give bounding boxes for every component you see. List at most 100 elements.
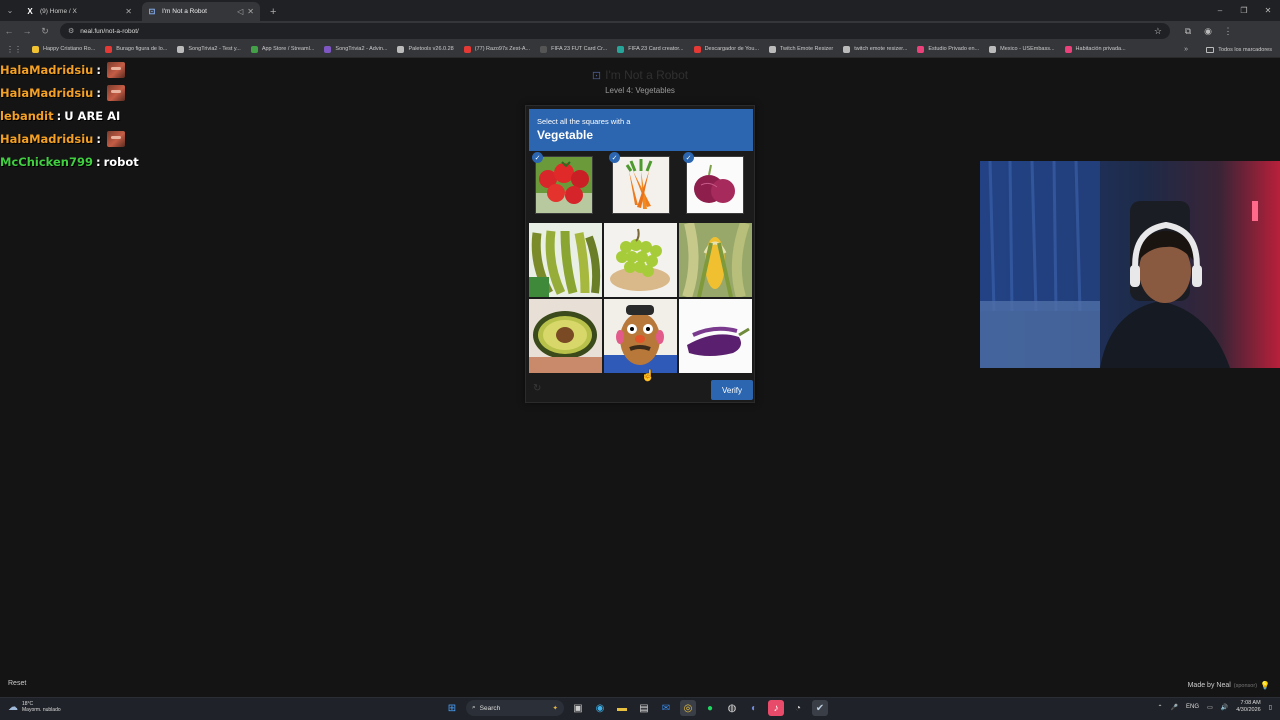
bookmark-item[interactable]: Habitación privada... — [1064, 45, 1126, 53]
reload-challenge-icon[interactable]: ↻ — [533, 383, 541, 394]
hand-cursor-icon: ☝ — [641, 370, 655, 382]
chrome-icon[interactable]: ◎ — [680, 700, 696, 716]
task-view-icon[interactable]: ▣ — [570, 700, 586, 716]
mic-icon[interactable]: 🎤 — [1171, 704, 1178, 711]
bookmark-item[interactable]: (77) Razo97s Zest-A... — [463, 45, 530, 53]
grid-tile-avocado[interactable] — [529, 299, 602, 373]
bookmark-item[interactable]: FIFA 23 Card creator... — [617, 45, 684, 53]
chat-separator: : — [96, 85, 101, 100]
bookmark-star-icon[interactable]: ☆ — [1154, 26, 1162, 37]
tomatoes-image — [536, 157, 592, 213]
close-window-icon[interactable]: ✕ — [1256, 0, 1280, 21]
bookmark-item[interactable]: Burago figura de lo... — [105, 45, 167, 53]
volume-icon[interactable]: 🔊 — [1221, 704, 1228, 711]
tab-not-a-robot[interactable]: ⊡ I'm Not a Robot ◁ ✕ — [142, 2, 260, 21]
bookmark-favicon-icon — [324, 45, 332, 53]
search-icon: ⌕ — [472, 704, 476, 711]
weather-widget[interactable]: ☁ 18°C Mayorm. nublado — [8, 701, 61, 713]
clock-date: 4/30/2026 — [1236, 707, 1261, 713]
webcam-feed-image — [980, 161, 1280, 368]
selected-tile-red-onion[interactable]: ✓ — [683, 152, 744, 214]
verify-button[interactable]: Verify — [711, 380, 753, 400]
grid-tile-mr-potato-head[interactable] — [604, 299, 677, 373]
new-tab-button[interactable]: + — [264, 6, 282, 21]
all-bookmarks-folder[interactable]: Todos los marcadores — [1206, 41, 1272, 57]
close-tab-icon[interactable]: ✕ — [247, 7, 254, 16]
grid-tile-grapes[interactable] — [604, 223, 677, 297]
discord-icon[interactable]: ◐ — [746, 700, 762, 716]
chat-message: HalaMadridsiu: — [0, 81, 300, 104]
mute-icon[interactable]: ◁ — [237, 7, 243, 16]
forward-icon[interactable]: → — [18, 26, 36, 36]
file-explorer-icon[interactable]: ▬ — [614, 700, 630, 716]
bookmark-item[interactable]: Descargador de You... — [693, 45, 759, 53]
close-tab-icon[interactable]: ✕ — [125, 7, 132, 16]
browser-tab-bar: ⌄ X (9) Home / X ✕ ⊡ I'm Not a Robot ◁ ✕… — [0, 0, 1280, 21]
github-icon[interactable]: ◍ — [724, 700, 740, 716]
grid-tile-bananas[interactable] — [529, 223, 602, 297]
address-bar-row: ← → ↻ ⚙ neal.fun/not-a-robot/ ☆ ⧉ ◉ ⋮ — [0, 21, 1280, 41]
selected-tile-tomatoes[interactable]: ✓ — [532, 152, 593, 214]
bookmark-item[interactable]: Estudio Privado en... — [917, 45, 979, 53]
eggplant-image — [679, 299, 752, 373]
bookmark-item[interactable]: Twitch Emote Resizer — [769, 45, 833, 53]
bookmark-item[interactable]: SongTrivia2 - Test y... — [177, 45, 241, 53]
music-icon[interactable]: ♪ — [768, 700, 784, 716]
minimize-icon[interactable]: – — [1208, 0, 1232, 21]
bookmark-item[interactable]: twitch emote resizer... — [843, 45, 907, 53]
restore-icon[interactable]: ❐ — [1232, 0, 1256, 21]
reload-icon[interactable]: ↻ — [36, 26, 54, 37]
corn-image — [679, 223, 752, 297]
grapes-image — [604, 223, 677, 297]
bookmark-item[interactable]: Mexico - USEmbass... — [989, 45, 1055, 53]
selected-tile-carrots[interactable]: ✓ — [609, 152, 670, 214]
mail-icon[interactable]: ✉ — [658, 700, 674, 716]
chat-emote-icon — [106, 84, 125, 101]
apps-icon[interactable]: ⋮⋮ — [6, 45, 22, 54]
extensions-icon[interactable]: ⧉ — [1178, 26, 1198, 37]
edge-icon[interactable]: ◉ — [592, 700, 608, 716]
spotify-icon[interactable]: ● — [702, 700, 718, 716]
more-bookmarks-icon[interactable]: » — [1184, 41, 1188, 57]
bookmark-item[interactable]: Happy Cristiano Ro... — [32, 45, 95, 53]
url-text: neal.fun/not-a-robot/ — [80, 27, 139, 35]
bookmark-item[interactable]: App Store / Streaml... — [250, 45, 314, 53]
url-field[interactable]: ⚙ neal.fun/not-a-robot/ ☆ — [60, 23, 1170, 39]
chevron-up-icon[interactable]: ⌃ — [1158, 704, 1163, 711]
chat-message: HalaMadridsiu: — [0, 127, 300, 150]
bookmark-item[interactable]: SongTrivia2 - Advin... — [324, 45, 387, 53]
reset-link[interactable]: Reset — [8, 680, 26, 687]
menu-icon[interactable]: ⋮ — [1218, 26, 1238, 37]
chat-text: robot — [103, 154, 139, 169]
tab-search-icon[interactable]: ⌄ — [0, 0, 20, 21]
captcha-footer: ↻ Verify — [529, 379, 753, 401]
made-by-credit[interactable]: Made by Neal (sponsor) 💡 — [1188, 681, 1270, 690]
bookmark-item[interactable]: FIFA 23 FUT Card Cr... — [540, 45, 607, 53]
windows-taskbar: ☁ 18°C Mayorm. nublado ⊞ ⌕ Search ✦ ▣ ◉ … — [0, 697, 1280, 720]
back-icon[interactable]: ← — [0, 26, 18, 36]
steam-icon[interactable]: ✔ — [812, 700, 828, 716]
tab-home-x[interactable]: X (9) Home / X ✕ — [20, 2, 138, 21]
network-icon[interactable]: ▭ — [1207, 704, 1213, 711]
grid-tile-corn[interactable] — [679, 223, 752, 297]
obs-icon[interactable]: ◔ — [790, 700, 806, 716]
made-by-text: Made by Neal — [1187, 682, 1231, 689]
taskbar-search[interactable]: ⌕ Search ✦ — [466, 700, 564, 716]
bookmarks-bar: ⋮⋮ Happy Cristiano Ro... Burago figura d… — [0, 41, 1280, 58]
language-indicator[interactable]: ENG — [1186, 704, 1199, 710]
page-title-text: I'm Not a Robot — [605, 68, 689, 82]
taskbar-apps: ⊞ ⌕ Search ✦ ▣ ◉ ▬ ▤ ✉ ◎ ● ◍ ◐ ♪ ◔ ✔ — [444, 700, 828, 716]
grid-tile-eggplant[interactable] — [679, 299, 752, 373]
notification-icon[interactable]: ▯ — [1269, 704, 1272, 711]
store-icon[interactable]: ▤ — [636, 700, 652, 716]
site-info-icon[interactable]: ⚙ — [68, 27, 74, 35]
bookmark-favicon-icon — [843, 45, 851, 53]
chat-separator: : — [96, 62, 101, 77]
chat-emote-icon — [106, 61, 125, 78]
bookmark-item[interactable]: Paletools v26.0.28 — [397, 45, 454, 53]
clock[interactable]: 7:08 AM 4/30/2026 — [1236, 700, 1260, 714]
windows-start-icon[interactable]: ⊞ — [444, 700, 460, 716]
captcha-prompt: Select all the squares with a Vegetable — [529, 109, 753, 151]
profile-icon[interactable]: ◉ — [1198, 26, 1218, 37]
stream-chat-overlay: HalaMadridsiu: HalaMadridsiu: lebandit: U A… — [0, 58, 300, 173]
